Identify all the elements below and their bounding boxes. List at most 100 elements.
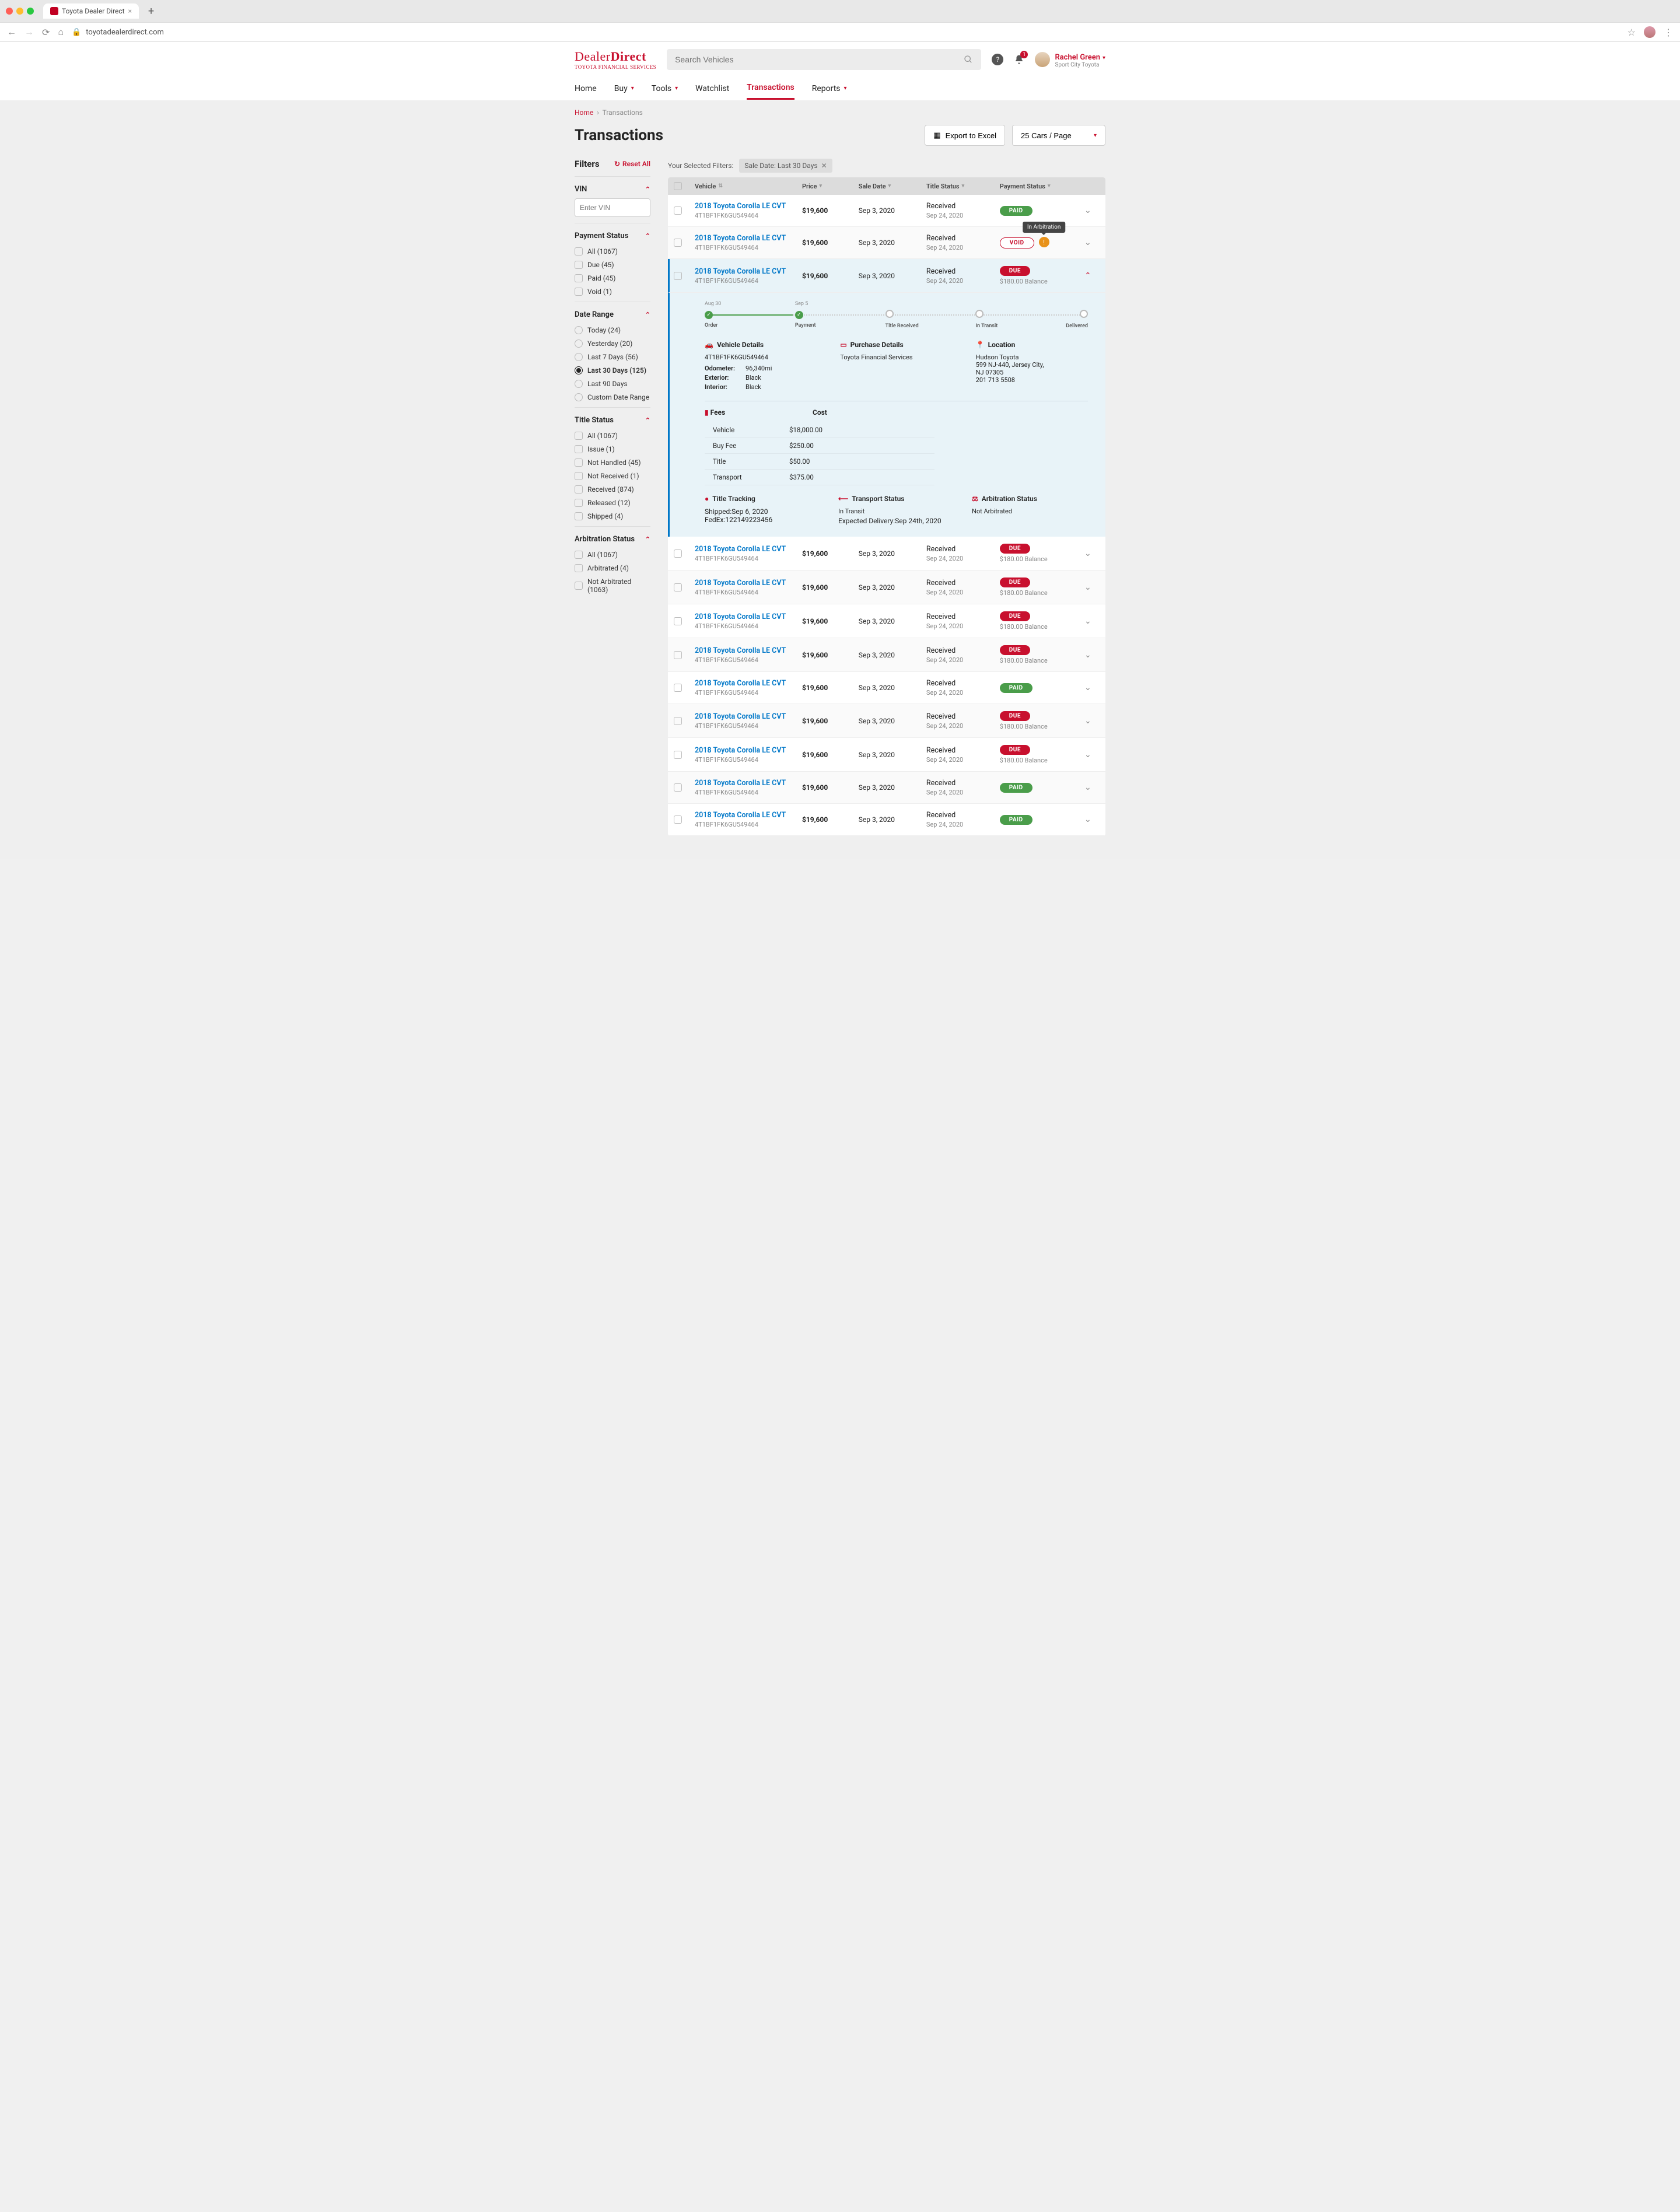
checkbox-icon[interactable] [575, 499, 583, 507]
filter-option[interactable]: Last 7 Days (56) [575, 353, 650, 361]
star-icon[interactable]: ☆ [1628, 27, 1636, 38]
col-title-status[interactable]: Title Status▾ [926, 183, 1000, 190]
checkbox-icon[interactable] [575, 261, 583, 269]
new-tab-button[interactable]: + [144, 5, 159, 18]
filter-option[interactable]: Yesterday (20) [575, 340, 650, 348]
search-bar[interactable] [667, 49, 981, 70]
close-window-icon[interactable] [6, 8, 13, 15]
search-icon[interactable] [964, 55, 973, 64]
row-checkbox[interactable] [674, 816, 682, 824]
url-text[interactable]: toyotadealerdirect.com [86, 28, 164, 37]
row-checkbox[interactable] [674, 651, 682, 659]
radio-icon[interactable] [575, 353, 583, 361]
search-input[interactable] [675, 55, 964, 64]
vehicle-link[interactable]: 2018 Toyota Corolla LE CVT [695, 545, 802, 554]
filter-option[interactable]: Due (45) [575, 261, 650, 269]
expand-row-icon[interactable]: ⌄ [1084, 206, 1100, 215]
help-icon[interactable]: ? [992, 54, 1003, 65]
vehicle-link[interactable]: 2018 Toyota Corolla LE CVT [695, 712, 802, 721]
filter-group-payment-toggle[interactable]: Payment Status ⌃ [575, 229, 650, 245]
radio-icon[interactable] [575, 326, 583, 334]
row-checkbox[interactable] [674, 239, 682, 247]
checkbox-icon[interactable] [575, 459, 583, 467]
expand-row-icon[interactable]: ⌄ [1084, 617, 1100, 626]
home-icon[interactable]: ⌂ [58, 26, 64, 38]
col-payment-status[interactable]: Payment Status▾ [1000, 183, 1084, 190]
nav-watchlist[interactable]: Watchlist [695, 77, 729, 100]
vehicle-link[interactable]: 2018 Toyota Corolla LE CVT [695, 234, 802, 243]
expand-row-icon[interactable]: ⌄ [1084, 750, 1100, 760]
filter-option[interactable]: Custom Date Range [575, 393, 650, 401]
filter-group-vin-toggle[interactable]: VIN ⌃ [575, 183, 650, 198]
checkbox-icon[interactable] [575, 432, 583, 440]
filter-option[interactable]: Received (874) [575, 485, 650, 494]
checkbox-icon[interactable] [575, 551, 583, 559]
filter-option[interactable]: Today (24) [575, 326, 650, 334]
vehicle-link[interactable]: 2018 Toyota Corolla LE CVT [695, 779, 802, 788]
filter-option[interactable]: Not Handled (45) [575, 459, 650, 467]
checkbox-icon[interactable] [575, 288, 583, 296]
forward-icon[interactable]: → [24, 26, 34, 38]
col-price[interactable]: Price▾ [802, 183, 859, 190]
filter-chip[interactable]: Sale Date: Last 30 Days ✕ [739, 159, 832, 173]
vehicle-link[interactable]: 2018 Toyota Corolla LE CVT [695, 579, 802, 587]
row-checkbox[interactable] [674, 583, 682, 592]
row-checkbox[interactable] [674, 751, 682, 759]
vehicle-link[interactable]: 2018 Toyota Corolla LE CVT [695, 612, 802, 621]
expand-row-icon[interactable]: ⌄ [1084, 783, 1100, 792]
expand-row-icon[interactable]: ⌄ [1084, 815, 1100, 824]
vin-input[interactable] [575, 198, 650, 217]
row-checkbox[interactable] [674, 206, 682, 215]
expand-row-icon[interactable]: ⌄ [1084, 583, 1100, 592]
vehicle-link[interactable]: 2018 Toyota Corolla LE CVT [695, 811, 802, 820]
export-excel-button[interactable]: ▦ Export to Excel [925, 125, 1005, 146]
filter-group-date-toggle[interactable]: Date Range ⌃ [575, 308, 650, 324]
vehicle-link[interactable]: 2018 Toyota Corolla LE CVT [695, 746, 802, 755]
expand-row-icon[interactable]: ⌃ [1084, 271, 1100, 281]
filter-option[interactable]: All (1067) [575, 432, 650, 440]
filter-option[interactable]: Not Received (1) [575, 472, 650, 480]
vehicle-link[interactable]: 2018 Toyota Corolla LE CVT [695, 267, 802, 276]
vehicle-link[interactable]: 2018 Toyota Corolla LE CVT [695, 202, 802, 211]
radio-icon[interactable] [575, 340, 583, 348]
filter-option[interactable]: Void (1) [575, 288, 650, 296]
filter-option[interactable]: Released (12) [575, 499, 650, 507]
logo[interactable]: DealerDirect TOYOTA FINANCIAL SERVICES [575, 49, 656, 70]
select-all-checkbox[interactable] [674, 182, 682, 190]
nav-reports[interactable]: Reports▾ [812, 77, 847, 100]
row-checkbox[interactable] [674, 272, 682, 280]
expand-row-icon[interactable]: ⌄ [1084, 683, 1100, 692]
checkbox-icon[interactable] [575, 472, 583, 480]
col-vehicle[interactable]: Vehicle⇅ [695, 183, 802, 190]
minimize-window-icon[interactable] [16, 8, 23, 15]
filter-option[interactable]: Shipped (4) [575, 512, 650, 520]
row-checkbox[interactable] [674, 684, 682, 692]
browser-tab[interactable]: Toyota Dealer Direct × [43, 4, 139, 19]
filter-option[interactable]: All (1067) [575, 551, 650, 559]
expand-row-icon[interactable]: ⌄ [1084, 716, 1100, 726]
vehicle-link[interactable]: 2018 Toyota Corolla LE CVT [695, 646, 802, 655]
row-checkbox[interactable] [674, 783, 682, 792]
filter-option[interactable]: Issue (1) [575, 445, 650, 453]
radio-icon[interactable] [575, 366, 583, 374]
checkbox-icon[interactable] [575, 485, 583, 494]
kebab-menu-icon[interactable]: ⋮ [1664, 27, 1673, 38]
filter-option[interactable]: Last 90 Days [575, 380, 650, 388]
filter-option[interactable]: Arbitrated (4) [575, 564, 650, 572]
notifications-icon[interactable]: 1 [1014, 54, 1024, 65]
expand-row-icon[interactable]: ⌄ [1084, 549, 1100, 558]
nav-home[interactable]: Home [575, 77, 597, 100]
col-sale-date[interactable]: Sale Date▾ [859, 183, 926, 190]
checkbox-icon[interactable] [575, 582, 583, 590]
checkbox-icon[interactable] [575, 512, 583, 520]
filter-group-arb-toggle[interactable]: Arbitration Status ⌃ [575, 533, 650, 548]
row-checkbox[interactable] [674, 550, 682, 558]
remove-chip-icon[interactable]: ✕ [821, 162, 827, 170]
nav-tools[interactable]: Tools▾ [652, 77, 678, 100]
maximize-window-icon[interactable] [27, 8, 34, 15]
crumb-home[interactable]: Home [575, 108, 593, 117]
row-checkbox[interactable] [674, 617, 682, 625]
nav-transactions[interactable]: Transactions [747, 77, 794, 100]
filter-option[interactable]: All (1067) [575, 247, 650, 256]
filter-option[interactable]: Paid (45) [575, 274, 650, 282]
